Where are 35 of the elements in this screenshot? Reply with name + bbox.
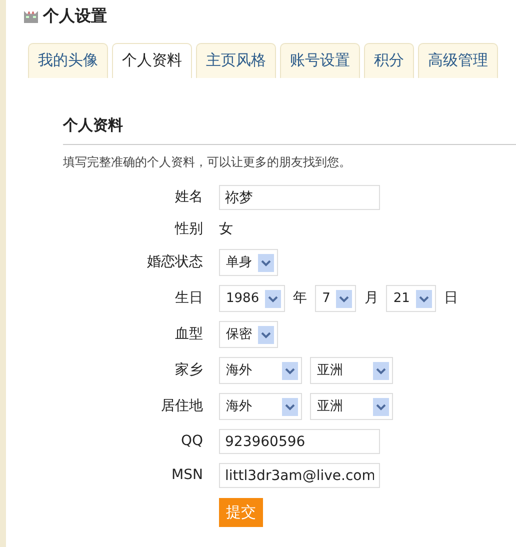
field-label: 血型 bbox=[174, 325, 203, 344]
field-label: QQ bbox=[180, 432, 203, 451]
field-label: MSN bbox=[170, 466, 203, 485]
section-heading: 个人资料 bbox=[63, 114, 124, 136]
dropdown[interactable]: 海外 bbox=[219, 357, 302, 384]
dropdown[interactable]: 1986 bbox=[219, 285, 286, 312]
tab[interactable]: 我的头像 bbox=[28, 43, 108, 78]
field-value: 女 bbox=[219, 220, 233, 239]
field-label: 性别 bbox=[174, 220, 203, 239]
tab[interactable]: 个人资料 bbox=[112, 43, 192, 78]
tab[interactable]: 高级管理 bbox=[418, 43, 498, 78]
field-label: 家乡 bbox=[174, 361, 203, 380]
tab[interactable]: 主页风格 bbox=[196, 43, 276, 78]
dropdown[interactable]: 亚洲 bbox=[310, 393, 393, 420]
dropdown[interactable]: 亚洲 bbox=[310, 357, 393, 384]
text-field[interactable]: 祢梦 bbox=[219, 185, 380, 210]
tab[interactable]: 积分 bbox=[364, 43, 414, 78]
dropdown[interactable]: 保密 bbox=[219, 321, 278, 348]
dropdown[interactable]: 单身 bbox=[219, 249, 278, 276]
cat-icon bbox=[23, 8, 39, 24]
page-title: 个人设置 bbox=[43, 5, 107, 27]
field-label: 婚恋状态 bbox=[146, 253, 203, 272]
section-description: 填写完整准确的个人资料，可以让更多的朋友找到您。 bbox=[63, 154, 352, 171]
tab[interactable]: 账号设置 bbox=[280, 43, 360, 78]
field-label: 姓名 bbox=[174, 188, 203, 207]
unit-label: 月 bbox=[364, 289, 378, 308]
text-field[interactable]: littl3dr3am@live.com bbox=[219, 463, 380, 488]
unit-label: 年 bbox=[293, 289, 308, 308]
unit-label: 日 bbox=[444, 289, 458, 308]
text-field[interactable]: 923960596 bbox=[219, 429, 380, 454]
dropdown[interactable]: 21 bbox=[386, 285, 436, 312]
dropdown[interactable]: 海外 bbox=[219, 393, 302, 420]
dropdown[interactable]: 7 bbox=[315, 285, 356, 312]
field-label: 生日 bbox=[174, 289, 203, 308]
field-label: 居住地 bbox=[160, 397, 203, 416]
